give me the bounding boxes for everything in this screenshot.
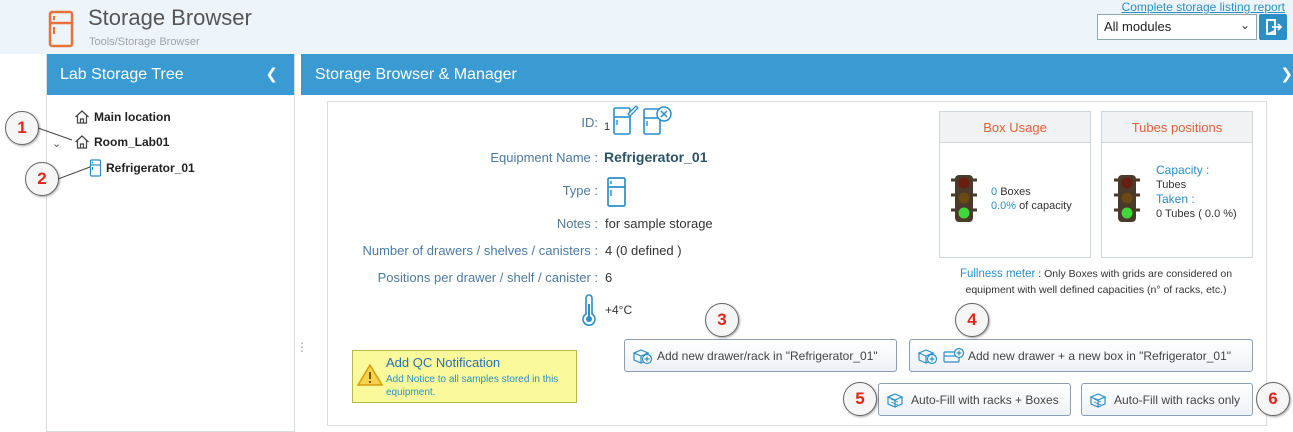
chevron-left-icon[interactable]: ❮ (265, 65, 278, 83)
add-drawer-box-button[interactable]: Add new drawer + a new box in "Refrigera… (909, 339, 1253, 372)
notes-value: for sample storage (605, 216, 713, 231)
notes-label: Notes : (556, 216, 598, 231)
add-drawer-box-label: Add new drawer + a new box in "Refrigera… (968, 348, 1231, 363)
positions-label: Positions per drawer / shelf / canister … (377, 270, 598, 285)
drawers-value: 4 (0 defined ) (605, 243, 682, 258)
tubes-stats: Capacity : Tubes Taken : 0 Tubes ( 0.0 %… (1156, 163, 1237, 221)
tubes-taken-label: Taken : (1156, 192, 1195, 206)
edit-equipment-icon[interactable] (611, 104, 639, 136)
export-button[interactable] (1259, 14, 1287, 40)
fridge-icon (607, 177, 626, 207)
capacity-percent: 0.0% (991, 200, 1017, 212)
annotation-badge-2: 2 (25, 162, 59, 196)
annotation-badge-3: 3 (705, 303, 739, 337)
storage-report-link[interactable]: Complete storage listing report (1122, 0, 1285, 14)
tree-item-label: Main location (94, 110, 171, 124)
equipment-name-value: Refrigerator_01 (604, 149, 708, 165)
qc-description: Add Notice to all samples stored in this… (386, 374, 559, 398)
tree-item-label: Refrigerator_01 (106, 161, 195, 175)
annotation-pointer-1 (38, 127, 73, 141)
qc-title: Add QC Notification (386, 355, 501, 370)
export-icon (1266, 19, 1283, 35)
annotation-pointer-2 (58, 166, 91, 180)
chevron-down-icon: ⌄ (1239, 18, 1250, 32)
tree-item-main-location[interactable]: Main location (74, 109, 171, 125)
tubes-taken-value: 0 Tubes ( 0.0 %) (1156, 208, 1237, 220)
autofill-racks-only-label: Auto-Fill with racks only (1114, 392, 1241, 407)
autofill-icon (886, 392, 904, 408)
autofill-racks-boxes-button[interactable]: Auto-Fill with racks + Boxes (878, 383, 1071, 416)
add-rack-icon (917, 348, 938, 364)
add-qc-notification-button[interactable]: Add QC Notification Add Notice to all sa… (352, 350, 577, 403)
fridge-icon (48, 10, 74, 48)
top-header: Storage Browser Tools/Storage Browser Co… (0, 0, 1293, 54)
panel-splitter-handle[interactable]: ⋮ (296, 340, 308, 354)
tree-item-room-lab01[interactable]: Room_Lab01 (74, 134, 169, 150)
delete-equipment-icon[interactable] (641, 104, 673, 136)
autofill-icon (1089, 392, 1107, 408)
add-box-icon (943, 347, 964, 363)
autofill-racks-only-button[interactable]: Auto-Fill with racks only (1081, 383, 1253, 416)
positions-value: 6 (605, 270, 613, 285)
warning-icon (357, 363, 383, 386)
annotation-badge-5: 5 (843, 382, 877, 416)
traffic-light-icon (951, 175, 977, 222)
panel-title: Storage Browser & Manager (315, 66, 517, 83)
home-icon (75, 110, 89, 124)
thermometer-icon (582, 294, 596, 326)
tubes-capacity-label: Capacity : (1156, 163, 1210, 177)
annotation-badge-6: 6 (1256, 382, 1290, 416)
capacity-label: of capacity (1019, 200, 1072, 212)
equipment-name-label: Equipment Name : (490, 150, 598, 165)
add-drawer-button[interactable]: Add new drawer/rack in "Refrigerator_01" (624, 339, 897, 372)
page-title: Storage Browser (88, 5, 252, 30)
temperature-value: +4°C (605, 303, 633, 317)
tubes-positions-title: Tubes positions (1102, 112, 1252, 143)
box-usage-stats: 0 Boxes 0.0% of capacity (991, 185, 1072, 213)
boxes-label: Boxes (1000, 186, 1031, 198)
id-label: ID: (581, 115, 598, 130)
add-drawer-label: Add new drawer/rack in "Refrigerator_01" (657, 348, 878, 363)
home-icon (75, 135, 89, 149)
fullness-meter-note: Fullness meter : Only Boxes with grids a… (940, 266, 1252, 298)
lab-storage-tree-header: Lab Storage Tree ❮ (47, 54, 294, 95)
tree-item-refrigerator-01[interactable]: Refrigerator_01 (89, 159, 195, 177)
autofill-racks-boxes-label: Auto-Fill with racks + Boxes (911, 392, 1059, 407)
id-value: 1 (604, 121, 611, 133)
boxes-count: 0 (991, 186, 998, 198)
traffic-light-icon (1114, 175, 1140, 222)
breadcrumb: Tools/Storage Browser (89, 36, 200, 48)
type-label: Type : (562, 183, 598, 198)
drawers-label: Number of drawers / shelves / canisters … (362, 243, 598, 258)
box-usage-title: Box Usage (940, 112, 1090, 143)
chevron-right-icon[interactable]: ❯ (1280, 65, 1293, 83)
fullness-meter-label: Fullness meter (959, 268, 1036, 280)
tubes-capacity-value: Tubes (1156, 179, 1187, 191)
annotation-badge-4: 4 (955, 303, 989, 337)
panel-title: Lab Storage Tree (60, 66, 184, 83)
module-select[interactable]: All modules ⌄ (1097, 14, 1257, 40)
storage-manager-header: Storage Browser & Manager ❯ (301, 54, 1293, 95)
add-rack-icon (632, 348, 653, 364)
annotation-badge-1: 1 (5, 111, 39, 145)
tree-item-label: Room_Lab01 (94, 135, 170, 149)
module-select-value: All modules (1104, 19, 1172, 34)
